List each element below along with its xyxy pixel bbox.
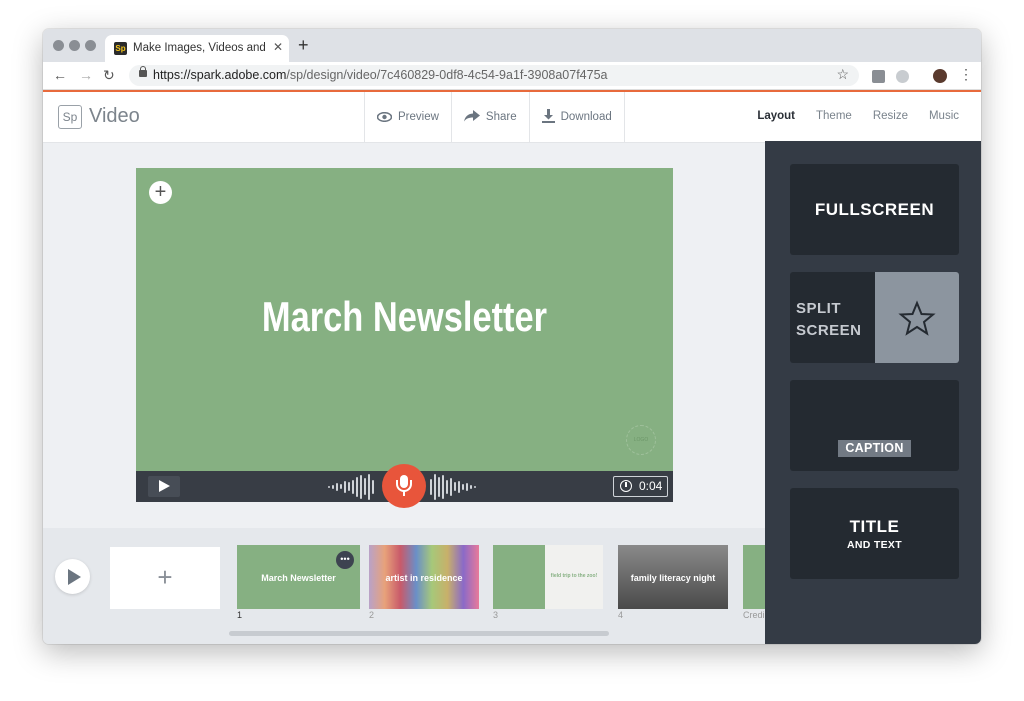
slide-duration[interactable]: 0:04: [613, 476, 668, 497]
reload-icon[interactable]: ↻: [103, 67, 115, 84]
tab-layout[interactable]: Layout: [757, 110, 795, 122]
waveform-right: [430, 471, 476, 502]
add-content-button[interactable]: +: [149, 181, 172, 204]
app-header: Sp Video Preview Share Download Layout T…: [43, 90, 981, 143]
close-window-dot[interactable]: [53, 40, 64, 51]
slide-thumb-3[interactable]: field trip to the zoo!: [493, 545, 603, 609]
slide-number: Credi: [743, 610, 765, 620]
split-screen-label: SPLIT SCREEN: [796, 300, 862, 339]
download-button[interactable]: Download: [530, 92, 625, 142]
slide-title[interactable]: March Newsletter: [184, 293, 624, 341]
layout-panel: FULLSCREEN SPLIT SCREEN CAPTION TITLE AN…: [765, 141, 981, 644]
slide-thumb-credits[interactable]: [743, 545, 765, 609]
profile-avatar[interactable]: [933, 69, 947, 83]
bookmark-star-icon[interactable]: ☆: [836, 66, 849, 83]
split-placeholder: [875, 272, 959, 363]
clock-icon: [620, 480, 632, 492]
slide-thumb-1[interactable]: March Newsletter •••: [237, 545, 360, 609]
and-text-label: AND TEXT: [847, 539, 902, 551]
slide-number: 1: [237, 610, 243, 620]
lock-icon: [139, 66, 147, 77]
play-slide-button[interactable]: [148, 476, 180, 497]
spark-logo-icon[interactable]: Sp: [58, 105, 82, 129]
slide-number: 3: [493, 610, 499, 620]
share-arrow-icon: [463, 109, 480, 125]
add-slide-button[interactable]: +: [110, 547, 220, 609]
extension-icon[interactable]: [896, 70, 909, 83]
close-tab-icon[interactable]: ✕: [273, 40, 283, 54]
minimize-window-dot[interactable]: [69, 40, 80, 51]
new-tab-icon[interactable]: +: [298, 35, 309, 56]
header-actions: Preview Share Download: [364, 92, 625, 142]
slide-stage[interactable]: + March Newsletter LOGO: [136, 168, 673, 471]
back-arrow-icon[interactable]: ←: [53, 67, 67, 83]
record-microphone-button[interactable]: [382, 464, 426, 508]
slide-number: 2: [369, 610, 375, 620]
menu-dots-icon[interactable]: ⋮: [959, 66, 973, 83]
facebook-extension-icon[interactable]: [872, 70, 885, 83]
star-icon: [898, 300, 936, 336]
eye-icon: [376, 110, 393, 125]
slide-number: 4: [618, 610, 624, 620]
tab-theme[interactable]: Theme: [816, 110, 852, 122]
tab-bar: Sp Make Images, Videos and Web ✕ +: [43, 29, 981, 62]
right-tabs: Layout Theme Resize Music: [757, 110, 959, 122]
url-text[interactable]: https://spark.adobe.com/sp/design/video/…: [153, 68, 608, 82]
address-bar: ← → ↻ https://spark.adobe.com/sp/design/…: [43, 62, 981, 90]
zoom-window-dot[interactable]: [85, 40, 96, 51]
slide-thumb-4[interactable]: family literacy night: [618, 545, 728, 609]
layout-title-and-text[interactable]: TITLE AND TEXT: [790, 488, 959, 579]
slide-timeline: + March Newsletter ••• 1 artist in resid…: [43, 528, 765, 644]
play-video-button[interactable]: [55, 559, 90, 594]
tab-title: Make Images, Videos and Web: [133, 42, 269, 54]
title-label: TITLE: [849, 517, 900, 536]
share-button[interactable]: Share: [452, 92, 530, 142]
waveform-left: [328, 471, 374, 502]
timeline-scrollbar[interactable]: [229, 631, 609, 636]
playback-controls: 0:04: [136, 464, 673, 508]
product-name: Video: [89, 105, 140, 127]
omnibox[interactable]: https://spark.adobe.com/sp/design/video/…: [129, 65, 859, 86]
layout-fullscreen[interactable]: FULLSCREEN: [790, 164, 959, 255]
logo-badge[interactable]: LOGO: [626, 425, 656, 455]
more-options-icon[interactable]: •••: [336, 551, 354, 569]
download-icon: [541, 108, 555, 126]
slide-3-photo: [493, 545, 545, 609]
browser-window: Sp Make Images, Videos and Web ✕ + ← → ↻…: [43, 29, 981, 644]
slide-thumb-2[interactable]: artist in residence: [369, 545, 479, 609]
forward-arrow-icon[interactable]: →: [79, 67, 93, 83]
spark-favicon-icon: Sp: [114, 42, 127, 55]
caption-label: CAPTION: [838, 440, 911, 457]
tab-music[interactable]: Music: [929, 110, 959, 122]
tab-resize[interactable]: Resize: [873, 110, 908, 122]
preview-button[interactable]: Preview: [365, 92, 452, 142]
layout-caption[interactable]: CAPTION: [790, 380, 959, 471]
layout-split-screen[interactable]: SPLIT SCREEN: [790, 272, 959, 363]
browser-tab[interactable]: Sp Make Images, Videos and Web ✕: [105, 35, 289, 62]
